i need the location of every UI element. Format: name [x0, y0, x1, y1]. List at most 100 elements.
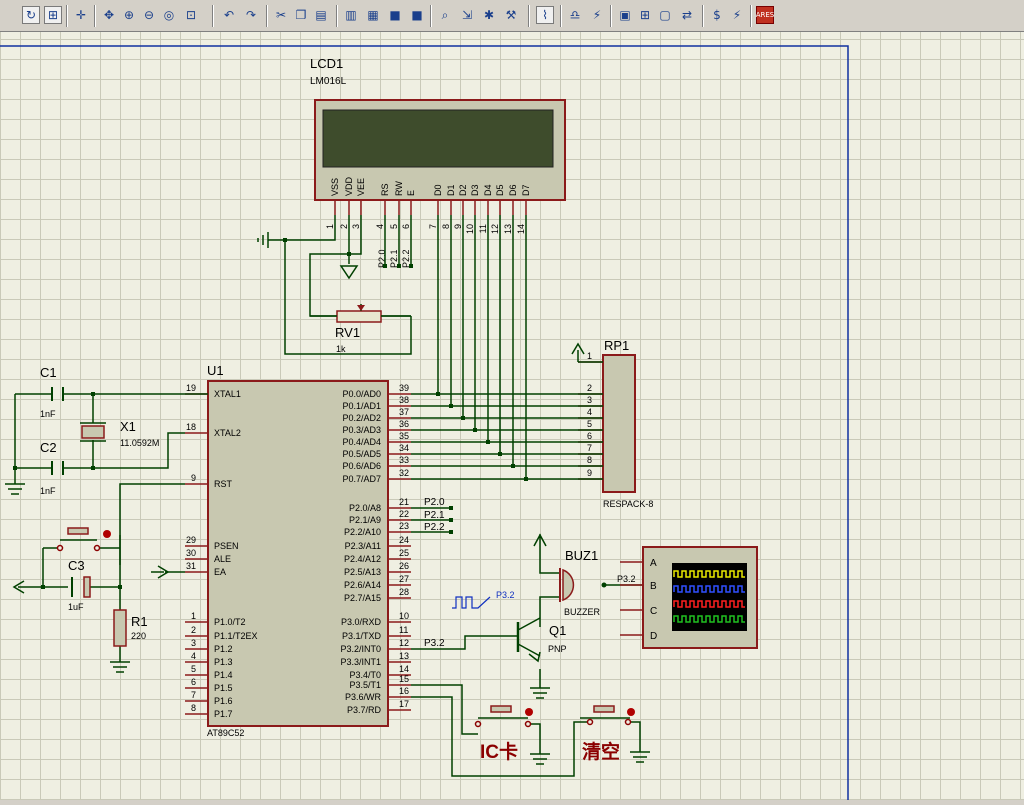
decompose-icon[interactable]: ✱ [480, 6, 498, 24]
r1-ref: R1 [131, 614, 148, 629]
rp1-pin-number: 5 [587, 419, 592, 429]
block-move-icon[interactable]: ▦ [364, 6, 382, 24]
buz1[interactable]: BUZ1 BUZZER [559, 548, 607, 617]
u1-right-pin-name: P3.3/INT1 [340, 657, 381, 667]
buzzer-wires [411, 542, 643, 777]
rp1-pin-number: 2 [587, 383, 592, 393]
search-tag-icon[interactable]: ♎ [566, 6, 584, 24]
rv1-value: 1k [336, 344, 346, 354]
lcd1-model: LM016L [310, 76, 347, 87]
lcd-pin-number: 12 [490, 224, 500, 234]
u1-ref: U1 [207, 363, 224, 378]
svg-text:P2.0: P2.0 [424, 497, 445, 508]
remove-sheet-icon[interactable]: ⊞ [636, 6, 654, 24]
block-copy-icon[interactable]: ▥ [342, 6, 360, 24]
wire-autoroute-icon[interactable]: ⌇ [536, 6, 554, 24]
ic-card-label: IC卡 [480, 740, 518, 763]
u1-left-pin-name: P1.1/T2EX [214, 631, 258, 641]
lcd-pin-name: VDD [344, 176, 354, 196]
x1-crystal[interactable]: X1 11.0592M [80, 419, 159, 448]
q1-model: PNP [548, 644, 567, 654]
q1-ref: Q1 [549, 623, 566, 638]
u1-left-pin-number: 29 [186, 535, 196, 545]
u1-left-pin-number: 19 [186, 383, 196, 393]
c3[interactable]: C3 1uF [68, 558, 91, 612]
u1-right-pin-name: P3.6/WR [345, 692, 382, 702]
u1-mcu[interactable]: U1 AT89C52 19XTAL118XTAL29RST29PSEN30ALE… [185, 363, 411, 738]
u1-right-pin-name: P0.1/AD1 [342, 401, 381, 411]
export-icon[interactable]: ⇄ [678, 6, 696, 24]
u1-left-pin-number: 30 [186, 548, 196, 558]
pick-device-icon[interactable]: ⌕ [436, 6, 454, 24]
u1-right-pin-number: 17 [399, 699, 409, 709]
u1-right-pin-number: 36 [399, 419, 409, 429]
u1-right-pin-number: 26 [399, 561, 409, 571]
u1-left-pin-number: 5 [191, 664, 196, 674]
undo-icon[interactable]: ↶ [220, 6, 238, 24]
u1-left-pin-name: P1.5 [214, 683, 233, 693]
u1-left-pin-number: 7 [191, 690, 196, 700]
zoom-all-icon[interactable]: ◎ [160, 6, 178, 24]
u1-right-pin-name: P2.3/A11 [345, 541, 381, 551]
schematic-canvas[interactable]: LCD1 LM016L VSS 1 VDD 2 VEE 3 RS 4 RW 5 E 6 D0 7 D1 8 D2… [0, 32, 1024, 800]
block-rotate-icon[interactable]: ■ [386, 6, 404, 24]
u1-right-pin-number: 24 [399, 535, 409, 545]
refresh-icon[interactable]: ↻ [22, 6, 40, 24]
oscilloscope-channel-label: D [650, 631, 657, 642]
q1-transistor[interactable]: Q1 PNP [500, 617, 567, 663]
package-tool-icon[interactable]: ⚒ [502, 6, 520, 24]
reset-button[interactable] [56, 527, 112, 552]
u1-right-pin-name: P0.5/AD5 [342, 449, 381, 459]
goto-sheet-icon[interactable]: ▢ [656, 6, 674, 24]
redo-icon[interactable]: ↷ [242, 6, 260, 24]
oscilloscope[interactable]: A B C D [620, 546, 758, 649]
u1-left-pin-name: P1.2 [214, 644, 233, 654]
u1-right-pin-name: P2.0/A8 [349, 503, 381, 513]
u1-left-pin-name: XTAL2 [214, 428, 241, 438]
ares-icon[interactable]: ARES [756, 6, 774, 24]
vdd-ground-symbol [339, 265, 359, 280]
rp1-pin-number: 7 [587, 443, 592, 453]
u1-right-pin-number: 38 [399, 395, 409, 405]
clear-button[interactable]: 清空 [580, 705, 635, 763]
property-tool-icon[interactable]: ⚡ [588, 6, 606, 24]
origin-icon[interactable]: ✛ [72, 6, 90, 24]
rp1-pin-number: 6 [587, 431, 592, 441]
lcd-pin-name: RS [380, 183, 390, 196]
rp1-pin-number: 8 [587, 455, 592, 465]
lcd-pin-name: D6 [508, 184, 518, 196]
paste-icon[interactable]: ▤ [312, 6, 330, 24]
x1-ref: X1 [120, 419, 136, 434]
c1[interactable]: C1 1nF [40, 365, 64, 419]
zoom-out-icon[interactable]: ⊖ [140, 6, 158, 24]
electrical-check-icon[interactable]: ⚡ [728, 6, 746, 24]
r1[interactable]: R1 220 [113, 609, 148, 647]
u1-right-pin-number: 34 [399, 443, 409, 453]
rp1[interactable]: RP1 RESPACK-8 1 2 3 4 5 6 7 8 9 [571, 338, 653, 509]
cut-icon[interactable]: ✂ [272, 6, 290, 24]
u1-model: AT89C52 [207, 728, 244, 738]
grid-icon[interactable]: ⊞ [44, 6, 62, 24]
bom-icon[interactable]: $ [708, 6, 726, 24]
pan-icon[interactable]: ✥ [100, 6, 118, 24]
u1-left-pin-number: 6 [191, 677, 196, 687]
u1-right-pin-number: 27 [399, 574, 409, 584]
zoom-area-icon[interactable]: ⊡ [182, 6, 200, 24]
u1-left-pin-number: 2 [191, 625, 196, 635]
c2-value: 1nF [40, 486, 56, 496]
copy-icon[interactable]: ❐ [292, 6, 310, 24]
rv1[interactable]: RV1 1k [310, 304, 411, 354]
lcd-pin-name: VEE [356, 178, 366, 196]
lcd-pin-number: 11 [478, 224, 488, 233]
crystal-ground-symbol [5, 483, 25, 495]
make-device-icon[interactable]: ⇲ [458, 6, 476, 24]
zoom-in-icon[interactable]: ⊕ [120, 6, 138, 24]
buz1-model: BUZZER [564, 607, 601, 617]
lcd-pin-number: 14 [516, 224, 526, 234]
ic-card-button[interactable]: IC卡 [474, 705, 534, 763]
rp1-pin-number: 1 [587, 351, 592, 361]
u1-right-pin-name: P3.1/TXD [342, 631, 382, 641]
block-delete-icon[interactable]: ■ [408, 6, 426, 24]
rv1-ref: RV1 [335, 325, 360, 340]
new-sheet-icon[interactable]: ▣ [616, 6, 634, 24]
